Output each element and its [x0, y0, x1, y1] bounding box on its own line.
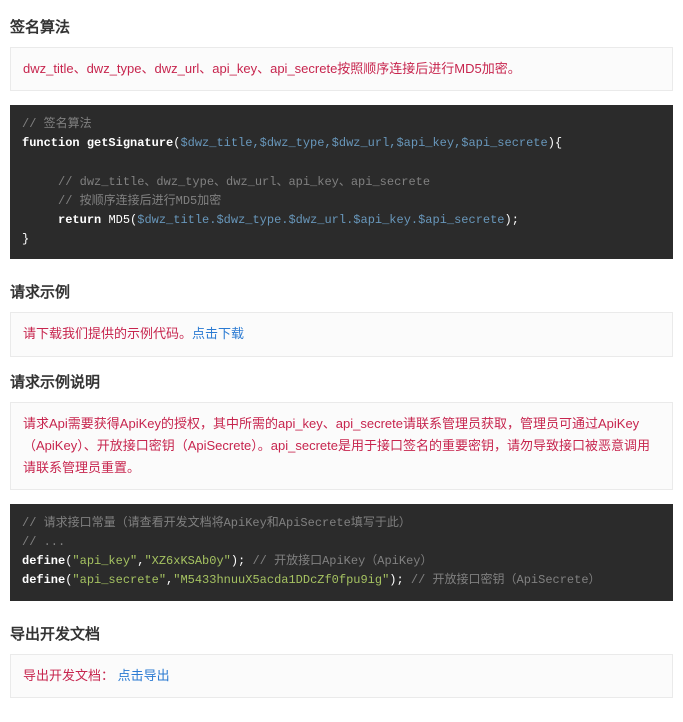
code-funcname: getSignature	[87, 136, 173, 150]
notice-text: 导出开发文档：	[23, 668, 114, 683]
code-comment: // 开放接口ApiKey（ApiKey）	[245, 554, 432, 568]
notice-req-example: 请下载我们提供的示例代码。点击下载	[10, 312, 673, 356]
code-params: $dwz_title,$dwz_type,$dwz_url,$api_key,$…	[180, 136, 547, 150]
notice-export-doc: 导出开发文档： 点击导出	[10, 654, 673, 698]
code-close: );	[231, 554, 245, 568]
code-keyword: define	[22, 573, 65, 587]
code-string: "XZ6xKSAb0y"	[144, 554, 230, 568]
code-string: "M5433hnuuX5acda1DDcZf0fpu9ig"	[173, 573, 389, 587]
notice-text: 请下载我们提供的示例代码。	[23, 326, 192, 341]
code-sign-algo: // 签名算法 function getSignature($dwz_title…	[10, 105, 673, 259]
code-string: "api_secrete"	[72, 573, 166, 587]
code-close: );	[505, 213, 519, 227]
code-comment: // 按顺序连接后进行MD5加密	[58, 194, 221, 208]
code-comment: // 请求接口常量（请查看开发文档将ApiKey和ApiSecrete填写于此）	[22, 516, 411, 530]
code-args: $dwz_title.$dwz_type.$dwz_url.$api_key.$…	[137, 213, 504, 227]
code-keyword: define	[22, 554, 65, 568]
notice-req-explain: 请求Api需要获得ApiKey的授权，其中所需的api_key、api_secr…	[10, 402, 673, 490]
code-keyword: function	[22, 136, 80, 150]
code-close-brace: }	[22, 232, 29, 246]
code-string: "api_key"	[72, 554, 137, 568]
code-close: );	[389, 573, 403, 587]
code-comment: // dwz_title、dwz_type、dwz_url、api_key、ap…	[58, 175, 430, 189]
code-comment: // 签名算法	[22, 117, 92, 131]
code-comment: // 开放接口密钥（ApiSecrete）	[404, 573, 601, 587]
heading-req-explain: 请求示例说明	[10, 371, 673, 392]
export-link[interactable]: 点击导出	[118, 668, 170, 683]
code-comment: // ...	[22, 535, 65, 549]
code-paren-close: ){	[548, 136, 562, 150]
heading-export-doc: 导出开发文档	[10, 623, 673, 644]
code-call: MD5(	[108, 213, 137, 227]
code-req-explain: // 请求接口常量（请查看开发文档将ApiKey和ApiSecrete填写于此）…	[10, 504, 673, 601]
heading-sign-algo: 签名算法	[10, 16, 673, 37]
heading-req-example: 请求示例	[10, 281, 673, 302]
code-keyword: return	[58, 213, 101, 227]
notice-sign-algo: dwz_title、dwz_type、dwz_url、api_key、api_s…	[10, 47, 673, 91]
download-link[interactable]: 点击下载	[192, 326, 244, 341]
